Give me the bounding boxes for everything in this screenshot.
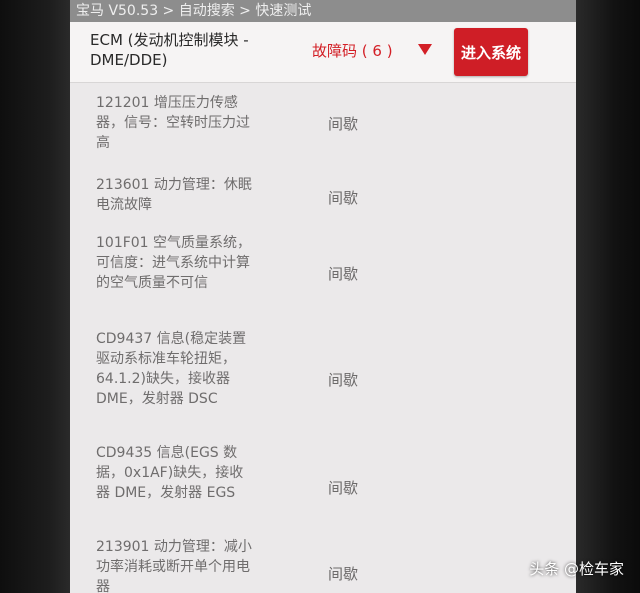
fault-status: 间歇 (328, 265, 359, 283)
fault-count-selector[interactable]: 故障码 ( 6 ) (312, 40, 393, 61)
module-header: ECM (发动机控制模块 - DME/DDE) 故障码 ( 6 ) 进入系统 (70, 22, 576, 83)
fault-row[interactable]: 101F01 空气质量系统，可信度：进气系统中计算的空气质量不可信 间歇 (70, 233, 576, 313)
device-bezel-right (576, 0, 640, 593)
fault-status: 间歇 (328, 479, 359, 497)
fault-code-text: 213901 动力管理：减小功率消耗或断开单个用电器 (96, 539, 252, 593)
fault-status: 间歇 (328, 189, 359, 207)
fault-status: 间歇 (328, 115, 359, 133)
watermark: 头条 @检车家 (529, 560, 624, 578)
module-name: ECM (发动机控制模块 - DME/DDE) (90, 31, 249, 69)
fault-status: 间歇 (328, 371, 359, 389)
fault-code-text: 213601 动力管理：休眠电流故障 (96, 177, 252, 213)
fault-row[interactable]: 213901 动力管理：减小功率消耗或断开单个用电器 间歇 (70, 537, 576, 593)
fault-row[interactable]: 213601 动力管理：休眠电流故障 间歇 (70, 175, 576, 225)
fault-row[interactable]: CD9435 信息(EGS 数据，0x1AF)缺失，接收器 DME，发射器 EG… (70, 443, 576, 523)
fault-row[interactable]: CD9437 信息(稳定装置驱动系标准车轮扭矩，64.1.2)缺失，接收器 DM… (70, 329, 576, 429)
fault-code-text: CD9435 信息(EGS 数据，0x1AF)缺失，接收器 DME，发射器 EG… (96, 445, 244, 501)
enter-system-button[interactable]: 进入系统 (454, 28, 528, 76)
device-bezel-left (0, 0, 70, 593)
diagnostic-screen: 宝马 V50.53 > 自动搜索 > 快速测试 ECM (发动机控制模块 - D… (70, 0, 576, 593)
fault-code-text: 101F01 空气质量系统，可信度：进气系统中计算的空气质量不可信 (96, 235, 252, 291)
fault-code-text: CD9437 信息(稳定装置驱动系标准车轮扭矩，64.1.2)缺失，接收器 DM… (96, 331, 247, 407)
fault-row[interactable]: 121201 增压压力传感器，信号：空转时压力过高 间歇 (70, 93, 576, 163)
chevron-down-icon[interactable] (418, 44, 432, 55)
fault-code-text: 121201 增压压力传感器，信号：空转时压力过高 (96, 95, 250, 151)
breadcrumb: 宝马 V50.53 > 自动搜索 > 快速测试 (70, 0, 576, 22)
fault-status: 间歇 (328, 565, 359, 583)
